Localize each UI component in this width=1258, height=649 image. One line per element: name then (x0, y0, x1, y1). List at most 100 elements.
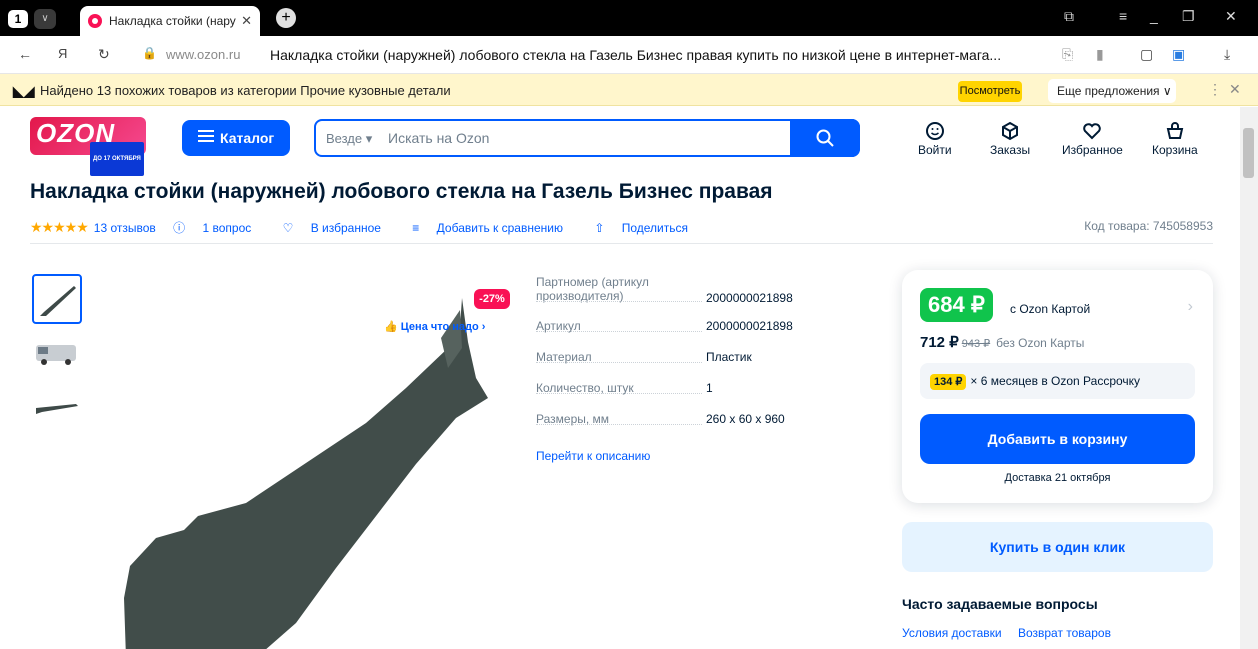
translate-icon[interactable]: ⎘ (1062, 46, 1073, 63)
faq-links: Условия доставки Возврат товаров (902, 626, 1124, 640)
product-code[interactable]: Код товара: 745058953 (1084, 219, 1213, 233)
box-icon (1002, 121, 1019, 141)
spec-row: Партномер (артикул производителя) 2000000… (536, 275, 816, 319)
nav-favorites-label: Избранное (1062, 143, 1123, 157)
ozon-card-note: с Ozon Картой (1010, 302, 1091, 316)
nav-favorites[interactable]: Избранное (1062, 121, 1123, 157)
regular-price-note: без Ozon Карты (996, 336, 1085, 350)
yandex-icon[interactable]: Я (58, 46, 67, 61)
bookmark-icon[interactable]: ▮ (1096, 46, 1104, 63)
questions-link[interactable]: ⓘ 1 вопрос (173, 221, 265, 235)
product-meta-row: ★★★★★ 13 отзывов ⓘ 1 вопрос ♡ В избранное… (30, 219, 716, 236)
collections-icon[interactable]: ⧉ (1064, 8, 1074, 25)
more-offers-dropdown[interactable]: Еще предложения ∨ (1048, 79, 1176, 103)
spec-key: Материал (536, 350, 592, 364)
chevron-right-icon[interactable]: › (1188, 298, 1193, 316)
download-icon[interactable]: ⤓ (1224, 46, 1230, 63)
chevron-down-icon: ∨ (1162, 84, 1172, 98)
spec-key: Партномер (артикул производителя) (536, 275, 649, 303)
lock-icon: 🔒 (142, 46, 157, 60)
divider (30, 243, 1213, 244)
tab-count-button[interactable]: 1 (8, 10, 28, 28)
nav-orders-label: Заказы (990, 143, 1031, 157)
infobar-text: Найдено 13 похожих товаров из категории … (40, 83, 451, 98)
logo-promo: ДО 17 ОКТЯБРЯ (90, 142, 144, 176)
nav-login[interactable]: Войти (918, 121, 952, 157)
url-text[interactable]: www.ozon.ru (166, 47, 240, 62)
add-to-cart-button[interactable]: Добавить в корзину (920, 414, 1195, 464)
minimize-icon[interactable]: _ (1150, 8, 1158, 24)
delivery-date: Доставка 21 октября (1004, 472, 1111, 484)
buy-one-click-button[interactable]: Купить в один клик (902, 522, 1213, 572)
discount-badge: -27% (474, 289, 510, 309)
new-tab-icon[interactable]: + (276, 8, 296, 28)
nav-cart-label: Корзина (1152, 143, 1198, 157)
compare-icon: ≡ (412, 221, 420, 235)
search-button[interactable] (790, 119, 860, 157)
regular-price: 712 ₽ (920, 334, 959, 351)
cart-icon (1166, 122, 1184, 139)
reader-icon[interactable]: ▢ (1140, 46, 1153, 63)
search-input[interactable]: Искать на Ozon (388, 130, 489, 146)
tab-close-icon[interactable]: ✕ (241, 13, 252, 29)
infobar-view-button[interactable]: Посмотреть (958, 81, 1022, 102)
spec-key: Размеры, мм (536, 412, 610, 426)
extension-icon[interactable]: ▣ (1172, 46, 1185, 63)
ozon-logo[interactable]: OZON ДО 17 ОКТЯБРЯ (30, 117, 146, 176)
thumbnail-2[interactable] (32, 331, 82, 381)
installment-info[interactable]: 134 ₽ × 6 месяцев в Ozon Рассрочку (920, 363, 1195, 399)
nav-cart[interactable]: Корзина (1152, 121, 1198, 157)
favorite-label: В избранное (310, 221, 381, 235)
nav-login-label: Войти (918, 143, 952, 157)
search-scope-label: Везде (326, 131, 363, 146)
ozon-favicon-icon (88, 14, 102, 28)
scrollbar[interactable] (1240, 107, 1258, 649)
page-title-in-address[interactable]: Накладка стойки (наружней) лобового стек… (270, 47, 1001, 63)
back-icon[interactable]: ← (18, 46, 32, 62)
compare-link[interactable]: ≡ Добавить к сравнению (412, 221, 577, 235)
spec-row: Артикул 2000000021898 (536, 319, 816, 350)
hamburger-icon (198, 130, 214, 142)
spec-value: 260 x 60 x 960 (706, 412, 785, 426)
faq-link-delivery[interactable]: Условия доставки (902, 626, 1002, 640)
tab-title: Накладка стойки (нару (109, 14, 236, 28)
reload-icon[interactable]: ↻ (98, 46, 110, 63)
product-title: Накладка стойки (наружней) лобового стек… (30, 180, 773, 203)
share-link[interactable]: ⇧ Поделиться (594, 221, 702, 235)
go-to-description-link[interactable]: Перейти к описанию (536, 449, 650, 463)
faq-title: Часто задаваемые вопросы (902, 596, 1098, 612)
catalog-label: Каталог (220, 130, 275, 146)
good-price-label: Цена что надо (400, 321, 479, 333)
reviews-link[interactable]: 13 отзывов (94, 221, 156, 235)
tabs-dropdown-icon[interactable]: ∨ (34, 9, 56, 29)
catalog-button[interactable]: Каталог (182, 120, 290, 156)
spec-value: Пластик (706, 350, 752, 364)
share-icon: ⇧ (594, 221, 605, 235)
infobar-options-icon[interactable]: ⋮ (1208, 81, 1222, 98)
infobar-close-icon[interactable]: ✕ (1229, 81, 1241, 98)
search-scope-select[interactable]: Везде ▾ (326, 131, 372, 147)
nav-orders[interactable]: Заказы (990, 121, 1030, 157)
thumbnail-3[interactable] (32, 386, 82, 436)
good-price-badge[interactable]: 👍 Цена что надо › (384, 320, 485, 333)
restore-icon[interactable]: ❐ (1182, 8, 1195, 25)
favorite-link[interactable]: ♡ В избранное (283, 221, 395, 235)
spec-row: Количество, штук 1 (536, 381, 816, 412)
rating-stars[interactable]: ★★★★★ (30, 219, 89, 235)
close-window-icon[interactable]: ✕ (1225, 8, 1237, 25)
spec-key: Количество, штук (536, 381, 634, 395)
thumbnail-1[interactable] (32, 274, 82, 324)
faq-link-returns[interactable]: Возврат товаров (1018, 626, 1111, 640)
page-content: OZON ДО 17 ОКТЯБРЯ Каталог Везде ▾ Искать… (0, 107, 1240, 649)
ozon-card-price[interactable]: 684 ₽ (920, 288, 993, 322)
search-box[interactable]: Везде ▾ Искать на Ozon (314, 119, 860, 157)
thumbs-up-icon: 👍 (384, 321, 398, 333)
browser-tab[interactable]: Накладка стойки (нару ✕ (80, 6, 260, 36)
share-label: Поделиться (621, 221, 688, 235)
address-bar: ← Я ↻ 🔒 www.ozon.ru Накладка стойки (нар… (0, 36, 1258, 74)
more-offers-label: Еще предложения (1057, 84, 1160, 98)
scrollbar-thumb[interactable] (1243, 128, 1254, 178)
spec-row: Размеры, мм 260 x 60 x 960 (536, 412, 816, 443)
spec-key: Артикул (536, 319, 581, 333)
menu-icon[interactable]: ≡ (1119, 8, 1127, 24)
